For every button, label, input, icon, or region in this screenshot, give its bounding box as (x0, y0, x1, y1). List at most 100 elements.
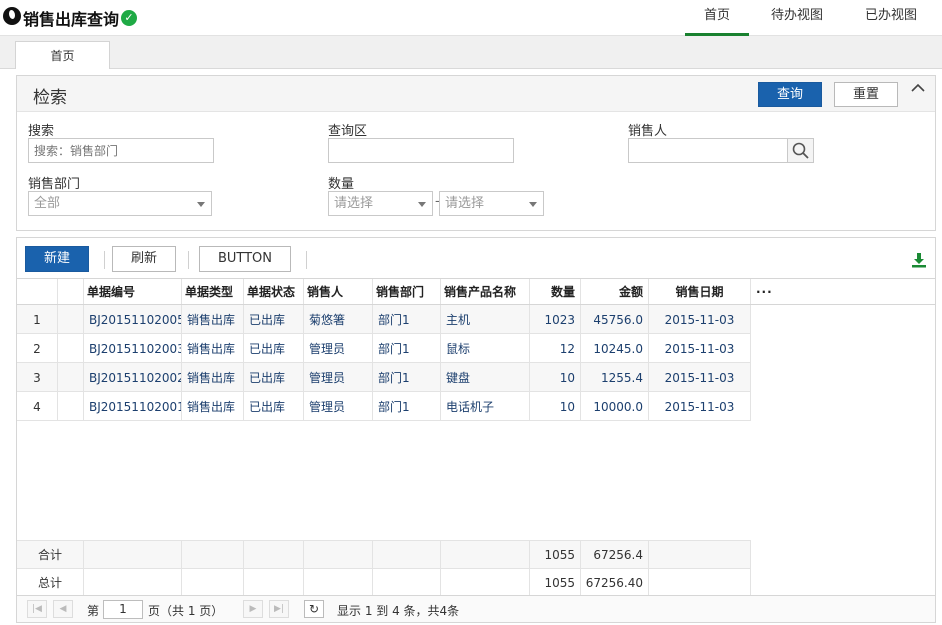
empty-cell (244, 541, 304, 568)
header-qty[interactable]: 数量 (530, 279, 581, 304)
empty-cell (304, 541, 373, 568)
empty-cell (244, 569, 304, 596)
query-area-input[interactable] (328, 138, 514, 163)
cell-dept: 部门1 (373, 334, 441, 362)
dropdown-caret-icon (529, 202, 537, 207)
salesperson-input[interactable] (628, 138, 788, 163)
app-header: 销售出库查询 ✓ 首页 待办视图 已办视图 (0, 0, 942, 36)
page-suffix: 页（共 1 页） (148, 604, 224, 618)
cell-amount: 10000.0 (581, 392, 649, 420)
toolbar-divider (188, 251, 189, 269)
subtotal-amount: 67256.4 (581, 541, 649, 568)
query-button[interactable]: 查询 (758, 82, 822, 107)
header-dept[interactable]: 销售部门 (373, 279, 441, 304)
header-date[interactable]: 销售日期 (649, 279, 751, 304)
header-product[interactable]: 销售产品名称 (441, 279, 530, 304)
cell-product: 鼠标 (441, 334, 530, 362)
table-row[interactable]: 3 BJ20151102002 销售出库 已出库 管理员 部门1 键盘 10 1… (17, 363, 751, 392)
empty-cell (649, 569, 751, 596)
cell-amount: 45756.0 (581, 305, 649, 333)
cell-qty: 1023 (530, 305, 581, 333)
refresh-button[interactable]: 刷新 (112, 246, 176, 272)
salesperson-label: 销售人 (628, 124, 668, 139)
table-row[interactable]: 2 BJ20151102003 销售出库 已出库 管理员 部门1 鼠标 12 1… (17, 334, 751, 363)
cell-date: 2015-11-03 (649, 334, 751, 362)
header-salesperson[interactable]: 销售人 (304, 279, 373, 304)
nav-tab-done[interactable]: 已办视图 (853, 0, 929, 36)
pagination-bar: |◀ ◀ 第 1 页（共 1 页） ▶ ▶| ↻ 显示 1 到 4 条，共4条 (17, 595, 935, 622)
column-options-icon[interactable]: ··· (751, 279, 811, 304)
cell-type: 销售出库 (182, 305, 244, 333)
empty-cell (84, 569, 182, 596)
row-select (58, 305, 84, 333)
collapse-chevron-icon[interactable] (906, 80, 930, 106)
nav-tab-todo[interactable]: 待办视图 (760, 0, 834, 36)
cell-code[interactable]: BJ20151102002 (84, 363, 182, 391)
total-qty: 1055 (530, 569, 581, 596)
empty-cell (649, 541, 751, 568)
check-circle-icon: ✓ (121, 10, 137, 26)
cell-product: 电话机子 (441, 392, 530, 420)
dropdown-caret-icon (197, 202, 205, 207)
qty-to-value: 请选择 (445, 196, 485, 211)
tab-strip (0, 36, 942, 69)
refresh-icon[interactable]: ↻ (304, 600, 324, 618)
prev-page-icon[interactable]: ◀ (53, 600, 73, 618)
download-icon[interactable] (911, 252, 927, 268)
cell-qty: 10 (530, 363, 581, 391)
cell-salesperson: 管理员 (304, 363, 373, 391)
last-page-icon[interactable]: ▶| (269, 600, 289, 618)
next-page-icon[interactable]: ▶ (243, 600, 263, 618)
qty-from-select[interactable]: 请选择 (328, 191, 433, 216)
globe-logo-icon (3, 7, 21, 25)
first-page-icon[interactable]: |◀ (27, 600, 47, 618)
empty-cell (441, 569, 530, 596)
empty-cell (304, 569, 373, 596)
search-panel-title: 检索 (33, 88, 67, 108)
search-field-label: 搜索 (28, 124, 55, 139)
cell-dept: 部门1 (373, 305, 441, 333)
query-area-label: 查询区 (328, 124, 368, 139)
header-code[interactable]: 单据编号 (84, 279, 182, 304)
header-index (17, 279, 58, 304)
generic-button[interactable]: BUTTON (199, 246, 291, 272)
cell-status: 已出库 (244, 363, 304, 391)
cell-code[interactable]: BJ20151102003 (84, 334, 182, 362)
qty-label: 数量 (328, 177, 355, 192)
header-type[interactable]: 单据类型 (182, 279, 244, 304)
dept-label: 销售部门 (28, 177, 81, 192)
tab-home[interactable]: 首页 (15, 41, 110, 69)
nav-tab-home[interactable]: 首页 (685, 0, 749, 36)
cell-code[interactable]: BJ20151102005 (84, 305, 182, 333)
toolbar-divider (104, 251, 105, 269)
qty-to-select[interactable]: 请选择 (439, 191, 544, 216)
table-row[interactable]: 4 BJ20151102001 销售出库 已出库 管理员 部门1 电话机子 10… (17, 392, 751, 421)
empty-cell (84, 541, 182, 568)
row-select (58, 363, 84, 391)
cell-dept: 部门1 (373, 392, 441, 420)
cell-code[interactable]: BJ20151102001 (84, 392, 182, 420)
empty-cell (441, 541, 530, 568)
qty-from-value: 请选择 (334, 196, 374, 211)
row-index: 2 (17, 334, 58, 362)
header-select (58, 279, 84, 304)
cell-type: 销售出库 (182, 334, 244, 362)
table-row[interactable]: 1 BJ20151102005 销售出库 已出库 菊悠箸 部门1 主机 1023… (17, 305, 751, 334)
row-index: 1 (17, 305, 58, 333)
table-header-row: 单据编号 单据类型 单据状态 销售人 销售部门 销售产品名称 数量 金额 销售日… (17, 278, 935, 305)
search-input[interactable] (28, 138, 214, 163)
salesperson-search-button[interactable] (787, 138, 814, 163)
new-button[interactable]: 新建 (25, 246, 89, 272)
dept-select[interactable]: 全部 (28, 191, 212, 216)
cell-type: 销售出库 (182, 363, 244, 391)
cell-qty: 10 (530, 392, 581, 420)
dropdown-caret-icon (418, 202, 426, 207)
total-amount: 67256.40 (581, 569, 649, 596)
header-status[interactable]: 单据状态 (244, 279, 304, 304)
reset-button[interactable]: 重置 (834, 82, 898, 107)
page-info: 显示 1 到 4 条，共4条 (337, 604, 460, 618)
total-row: 总计 1055 67256.40 (17, 568, 751, 596)
page-number-input[interactable]: 1 (103, 600, 143, 619)
header-amount[interactable]: 金额 (581, 279, 649, 304)
total-label: 总计 (17, 569, 84, 596)
